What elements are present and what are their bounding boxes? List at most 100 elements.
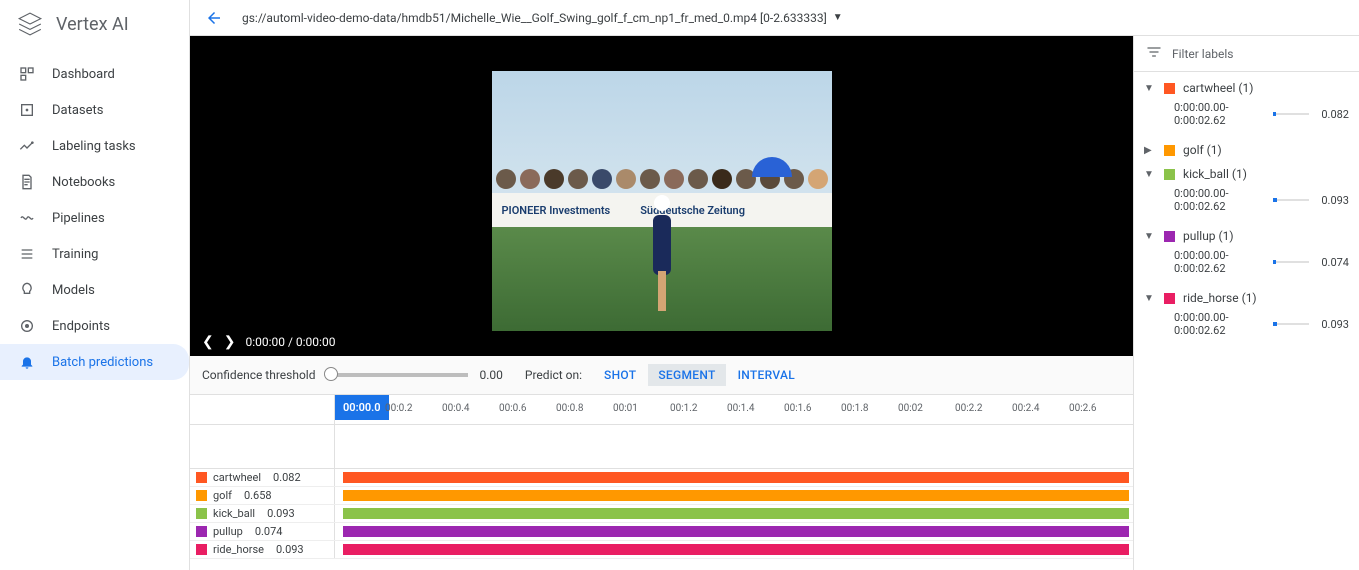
label-header[interactable]: ▶ golf (1) <box>1144 143 1349 157</box>
label-header[interactable]: ▼ kick_ball (1) <box>1144 167 1349 181</box>
label-item: ▼ pullup (1) 0:00:00.00-0:00:02.62 0.074 <box>1134 224 1359 286</box>
track-name: ride_horse <box>213 543 264 556</box>
timeline-label: ride_horse 0.093 <box>190 541 335 558</box>
timeline-bar[interactable] <box>343 526 1129 537</box>
confidence-label: Confidence threshold <box>202 368 316 382</box>
track-score: 0.093 <box>267 507 295 520</box>
playback-time: 0:00:00 / 0:00:00 <box>245 335 335 349</box>
label-segment[interactable]: 0:00:00.00-0:00:02.62 0.093 <box>1144 181 1349 219</box>
color-swatch <box>1164 293 1175 304</box>
filter-label: Filter labels <box>1172 47 1233 61</box>
confidence-slider[interactable] <box>328 373 468 377</box>
sidebar-item-labeling-tasks[interactable]: Labeling tasks <box>0 128 189 164</box>
expand-icon[interactable]: ▼ <box>1144 83 1156 94</box>
timeline-row-kick_ball: kick_ball 0.093 <box>190 505 1133 523</box>
segment-range: 0:00:00.00-0:00:02.62 <box>1174 101 1273 127</box>
nav-icon <box>18 317 36 335</box>
track-name: golf <box>213 489 232 502</box>
mode-segment[interactable]: SEGMENT <box>648 364 725 386</box>
expand-icon[interactable]: ▼ <box>1144 169 1156 180</box>
nav-icon <box>18 281 36 299</box>
sidebar-item-training[interactable]: Training <box>0 236 189 272</box>
nav-icon <box>18 209 36 227</box>
label-segment[interactable]: 0:00:00.00-0:00:02.62 0.093 <box>1144 305 1349 343</box>
track-score: 0.074 <box>255 525 283 538</box>
next-button[interactable]: ❯ <box>224 334 236 350</box>
segment-score-bar <box>1273 323 1309 325</box>
timeline-bar[interactable] <box>343 472 1129 483</box>
sidebar-item-batch-predictions[interactable]: Batch predictions <box>0 344 189 380</box>
segment-score-bar <box>1273 113 1309 115</box>
timeline-bar[interactable] <box>343 490 1129 501</box>
track-name: kick_ball <box>213 507 255 520</box>
nav-icon <box>18 173 36 191</box>
label-header[interactable]: ▼ ride_horse (1) <box>1144 291 1349 305</box>
brand-title: Vertex AI <box>56 14 129 35</box>
label-title: cartwheel (1) <box>1183 81 1253 95</box>
nav-label: Labeling tasks <box>52 139 136 154</box>
nav-icon <box>18 137 36 155</box>
sidebar-item-notebooks[interactable]: Notebooks <box>0 164 189 200</box>
timeline-bar[interactable] <box>343 508 1129 519</box>
expand-icon[interactable]: ▼ <box>1144 293 1156 304</box>
label-segment[interactable]: 0:00:00.00-0:00:02.62 0.074 <box>1144 243 1349 281</box>
track-score: 0.093 <box>276 543 304 556</box>
segment-score: 0.093 <box>1321 194 1349 207</box>
prev-button[interactable]: ❮ <box>202 334 214 350</box>
expand-icon[interactable]: ▶ <box>1144 145 1156 156</box>
color-swatch <box>196 472 207 483</box>
breadcrumb[interactable]: gs://automl-video-demo-data/hmdb51/Miche… <box>242 11 843 25</box>
segment-range: 0:00:00.00-0:00:02.62 <box>1174 311 1273 337</box>
main: gs://automl-video-demo-data/hmdb51/Miche… <box>190 0 1359 570</box>
label-header[interactable]: ▼ pullup (1) <box>1144 229 1349 243</box>
nav-label: Datasets <box>52 103 104 118</box>
filter-icon[interactable] <box>1146 44 1162 63</box>
timeline-row-pullup: pullup 0.074 <box>190 523 1133 541</box>
sidebar-item-endpoints[interactable]: Endpoints <box>0 308 189 344</box>
mode-interval[interactable]: INTERVAL <box>728 364 805 386</box>
label-title: kick_ball (1) <box>1183 167 1247 181</box>
nav-icon <box>18 65 36 83</box>
controls-row: Confidence threshold 0.00 Predict on: SH… <box>190 356 1133 395</box>
ruler-tick: 00:1.6 <box>784 403 812 414</box>
sidebar-item-models[interactable]: Models <box>0 272 189 308</box>
golfer <box>653 211 671 311</box>
sidebar-item-pipelines[interactable]: Pipelines <box>0 200 189 236</box>
ruler-tick: 00:2.2 <box>955 403 983 414</box>
segment-score: 0.082 <box>1321 108 1349 121</box>
timeline-bar[interactable] <box>343 544 1129 555</box>
confidence-value: 0.00 <box>480 368 503 382</box>
sidebar: Vertex AI Dashboard Datasets Labeling task… <box>0 0 190 570</box>
segment-score-bar <box>1273 199 1309 201</box>
nav-icon <box>18 245 36 263</box>
timeline-row-ride_horse: ride_horse 0.093 <box>190 541 1133 559</box>
color-swatch <box>196 544 207 555</box>
dropdown-caret-icon: ▼ <box>833 12 843 23</box>
nav-label: Models <box>52 283 95 298</box>
ruler-tick: 00:2.6 <box>1069 403 1097 414</box>
timeline-label: pullup 0.074 <box>190 523 335 540</box>
back-button[interactable] <box>202 6 226 30</box>
topbar: gs://automl-video-demo-data/hmdb51/Miche… <box>190 0 1359 36</box>
color-swatch <box>1164 145 1175 156</box>
nav-label: Training <box>52 247 98 262</box>
label-segment[interactable]: 0:00:00.00-0:00:02.62 0.082 <box>1144 95 1349 133</box>
label-item: ▼ kick_ball (1) 0:00:00.00-0:00:02.62 0.… <box>1134 162 1359 224</box>
sidebar-item-dashboard[interactable]: Dashboard <box>0 56 189 92</box>
label-title: golf (1) <box>1183 143 1222 157</box>
file-path: gs://automl-video-demo-data/hmdb51/Miche… <box>242 11 827 25</box>
brand-logo: Vertex AI <box>0 0 189 52</box>
label-header[interactable]: ▼ cartwheel (1) <box>1144 81 1349 95</box>
expand-icon[interactable]: ▼ <box>1144 231 1156 242</box>
nav-icon <box>18 101 36 119</box>
video-player[interactable]: PIONEER Investments Süddeutsche Zeitung <box>190 36 1133 356</box>
mode-shot[interactable]: SHOT <box>594 364 646 386</box>
video-frame: PIONEER Investments Süddeutsche Zeitung <box>492 71 832 331</box>
sidebar-item-datasets[interactable]: Datasets <box>0 92 189 128</box>
labels-panel: Filter labels ▼ cartwheel (1) 0:00:00.00… <box>1134 36 1359 570</box>
ruler-tick: 00:0.4 <box>442 403 470 414</box>
color-swatch <box>196 526 207 537</box>
label-title: ride_horse (1) <box>1183 291 1257 305</box>
time-marker[interactable]: 00:00.0 <box>335 395 389 420</box>
label-title: pullup (1) <box>1183 229 1234 243</box>
